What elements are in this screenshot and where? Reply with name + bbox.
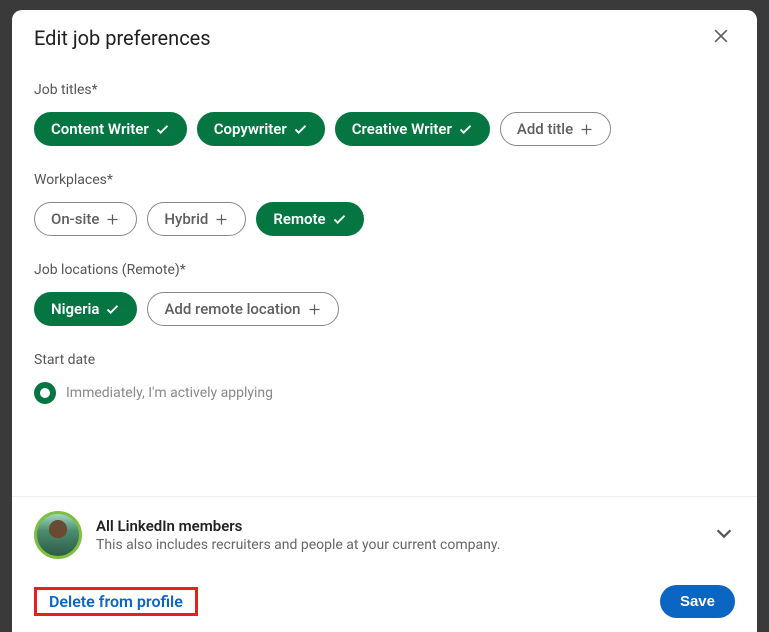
close-button[interactable] — [707, 24, 735, 52]
plus-icon — [105, 212, 120, 227]
chip-row: Nigeria Add remote location — [34, 292, 735, 326]
check-icon — [332, 212, 347, 227]
job-title-chip[interactable]: Copywriter — [197, 112, 325, 146]
add-location-chip[interactable]: Add remote location — [147, 292, 338, 326]
chip-label: On-site — [51, 210, 99, 228]
start-date-section: Start date Immediately, I'm actively app… — [34, 352, 735, 404]
delete-from-profile-link[interactable]: Delete from profile — [41, 586, 191, 617]
visibility-subtitle: This also includes recruiters and people… — [96, 537, 699, 553]
chip-row: On-site Hybrid Remote — [34, 202, 735, 236]
chip-label: Add remote location — [164, 300, 300, 318]
workplace-chip-remote[interactable]: Remote — [256, 202, 363, 236]
close-icon — [711, 26, 731, 50]
workplace-chip-onsite[interactable]: On-site — [34, 202, 137, 236]
edit-job-preferences-modal: Edit job preferences Job titles* Content… — [12, 10, 757, 632]
check-icon — [155, 122, 170, 137]
modal-title: Edit job preferences — [34, 26, 211, 50]
location-chip[interactable]: Nigeria — [34, 292, 137, 326]
avatar — [34, 511, 82, 559]
chip-label: Add title — [517, 120, 573, 138]
job-locations-section: Job locations (Remote)* Nigeria Add remo… — [34, 262, 735, 326]
check-icon — [293, 122, 308, 137]
visibility-row[interactable]: All LinkedIn members This also includes … — [12, 496, 757, 573]
save-button[interactable]: Save — [660, 585, 735, 618]
radio-selected-icon — [34, 382, 56, 404]
chip-label: Hybrid — [164, 210, 208, 228]
job-title-chip[interactable]: Creative Writer — [335, 112, 490, 146]
start-date-option[interactable]: Immediately, I'm actively applying — [34, 382, 735, 404]
job-title-chip[interactable]: Content Writer — [34, 112, 187, 146]
job-titles-section: Job titles* Content Writer Copywriter Cr… — [34, 82, 735, 146]
visibility-title: All LinkedIn members — [96, 517, 699, 535]
chip-label: Remote — [273, 210, 325, 228]
check-icon — [458, 122, 473, 137]
chip-label: Nigeria — [51, 300, 99, 318]
section-label: Start date — [34, 352, 735, 368]
section-label: Job titles* — [34, 82, 735, 98]
chip-label: Copywriter — [214, 120, 287, 138]
section-label: Workplaces* — [34, 172, 735, 188]
workplace-chip-hybrid[interactable]: Hybrid — [147, 202, 246, 236]
modal-footer: Delete from profile Save — [12, 573, 757, 632]
delete-highlight: Delete from profile — [34, 587, 198, 616]
section-label: Job locations (Remote)* — [34, 262, 735, 278]
radio-label: Immediately, I'm actively applying — [66, 385, 273, 401]
modal-body[interactable]: Job titles* Content Writer Copywriter Cr… — [12, 64, 757, 496]
plus-icon — [579, 122, 594, 137]
workplaces-section: Workplaces* On-site Hybrid Remote — [34, 172, 735, 236]
chevron-down-icon — [713, 522, 735, 548]
chip-label: Content Writer — [51, 120, 149, 138]
plus-icon — [214, 212, 229, 227]
chip-label: Creative Writer — [352, 120, 452, 138]
check-icon — [105, 302, 120, 317]
modal-header: Edit job preferences — [12, 10, 757, 64]
visibility-text: All LinkedIn members This also includes … — [96, 517, 699, 553]
add-title-chip[interactable]: Add title — [500, 112, 611, 146]
plus-icon — [307, 302, 322, 317]
chip-row: Content Writer Copywriter Creative Write… — [34, 112, 735, 146]
